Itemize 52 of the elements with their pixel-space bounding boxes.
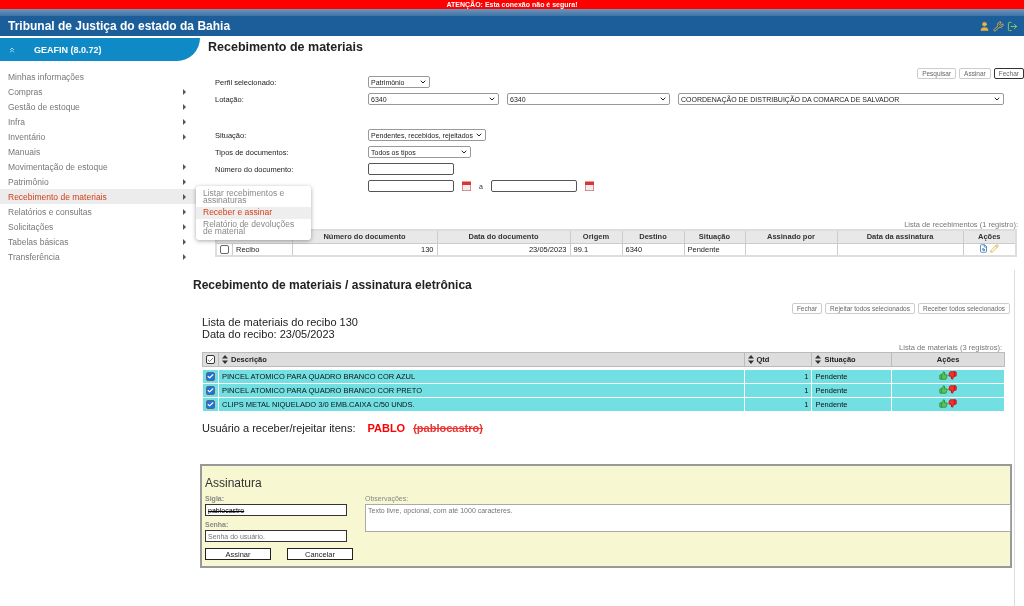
- app-version: GEAFIN (8.0.72): [34, 44, 102, 55]
- sidebar-item[interactable]: Compras: [0, 84, 200, 99]
- row-checkbox[interactable]: [206, 372, 215, 382]
- section-title: Recebimento de materiais / assinatura eletrônica: [193, 278, 473, 292]
- page-title: Recebimento de materiais: [208, 40, 364, 54]
- reject-icon[interactable]: [948, 399, 958, 408]
- sidebar-item[interactable]: Transferência: [0, 249, 200, 264]
- user-icon[interactable]: [979, 20, 990, 32]
- user-login: (pablocastro): [413, 422, 483, 434]
- wrench-icon[interactable]: [993, 20, 1004, 32]
- user-name: PABLO: [367, 422, 406, 434]
- accept-icon[interactable]: [939, 385, 949, 394]
- date-to-field[interactable]: [490, 180, 577, 192]
- caret-icon: [993, 95, 1001, 103]
- sidebar-item[interactable]: Movimentação de estoque: [0, 159, 200, 174]
- caret-icon: [659, 95, 667, 103]
- accept-icon[interactable]: [939, 399, 949, 408]
- row-checkbox[interactable]: [206, 386, 215, 396]
- exit-icon[interactable]: [1007, 20, 1018, 32]
- sidebar-item[interactable]: Patrimônio: [0, 174, 200, 189]
- submenu-item[interactable]: Receber e assinar: [196, 207, 311, 219]
- user-label: Usuário a receber/rejeitar itens:: [202, 422, 356, 434]
- caret-icon: [475, 131, 483, 139]
- collapse-icon[interactable]: [8, 45, 16, 54]
- submenu-item[interactable]: Listar recebimentos e assinaturas: [196, 188, 311, 207]
- reject-icon[interactable]: [948, 371, 958, 380]
- calendar-icon[interactable]: [462, 181, 471, 191]
- row-checkbox[interactable]: [206, 400, 215, 410]
- signature-title: Assinatura: [205, 476, 263, 490]
- app-title: Tribunal de Justiça do estado da Bahia: [8, 19, 231, 33]
- caret-icon: [419, 78, 427, 86]
- reject-icon[interactable]: [948, 385, 958, 394]
- receipt-info: Data do recibo: 23/05/2023: [202, 328, 336, 340]
- sidebar-item[interactable]: Manuais: [0, 144, 200, 159]
- sidebar-item[interactable]: Infra: [0, 114, 200, 129]
- sidebar-item[interactable]: Minhas informações: [0, 69, 200, 84]
- accept-icon[interactable]: [939, 371, 949, 380]
- sidebar-item[interactable]: Inventário: [0, 129, 200, 144]
- sort-icon[interactable]: [815, 355, 822, 365]
- select-all-checkbox[interactable]: [206, 355, 215, 365]
- submenu-item[interactable]: Relatório de devoluções de material: [196, 219, 311, 238]
- caret-icon: [488, 95, 496, 103]
- sort-icon[interactable]: [222, 355, 228, 365]
- sort-icon[interactable]: [747, 355, 754, 365]
- caret-icon: [460, 148, 468, 156]
- date-from-field[interactable]: [368, 180, 454, 192]
- sidebar-item[interactable]: Gestão de estoque: [0, 99, 200, 114]
- document-number-field[interactable]: [368, 163, 454, 175]
- receipt-info: Lista de materiais do recibo 130: [202, 316, 359, 328]
- row-checkbox[interactable]: [220, 245, 229, 254]
- view-document-icon[interactable]: [979, 243, 989, 253]
- calendar-icon[interactable]: [584, 181, 594, 191]
